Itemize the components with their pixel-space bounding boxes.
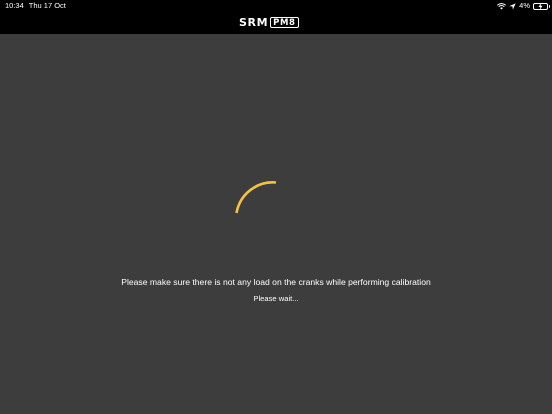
- logo-badge: PM8: [270, 17, 299, 28]
- wifi-icon: [497, 2, 507, 10]
- logo-text: SRM: [239, 16, 269, 29]
- charging-bolt-icon: [538, 2, 543, 10]
- location-arrow-icon: [509, 2, 516, 10]
- status-time: 10:34: [5, 1, 24, 10]
- please-wait-text: Please wait...: [253, 294, 299, 303]
- battery-percent: 4%: [519, 1, 530, 10]
- status-date: Thu 17 Oct: [28, 1, 66, 10]
- battery-icon: [533, 2, 550, 10]
- srm-pm8-logo: SRM PM8: [239, 17, 299, 28]
- loading-spinner-icon: [235, 181, 277, 214]
- status-bar-right: 4%: [497, 1, 550, 11]
- top-bar: 10:34 Thu 17 Oct 4% SRM PM8: [0, 0, 552, 34]
- status-bar-left: 10:34 Thu 17 Oct: [5, 1, 66, 11]
- calibration-message: Please make sure there is not any load o…: [121, 277, 431, 287]
